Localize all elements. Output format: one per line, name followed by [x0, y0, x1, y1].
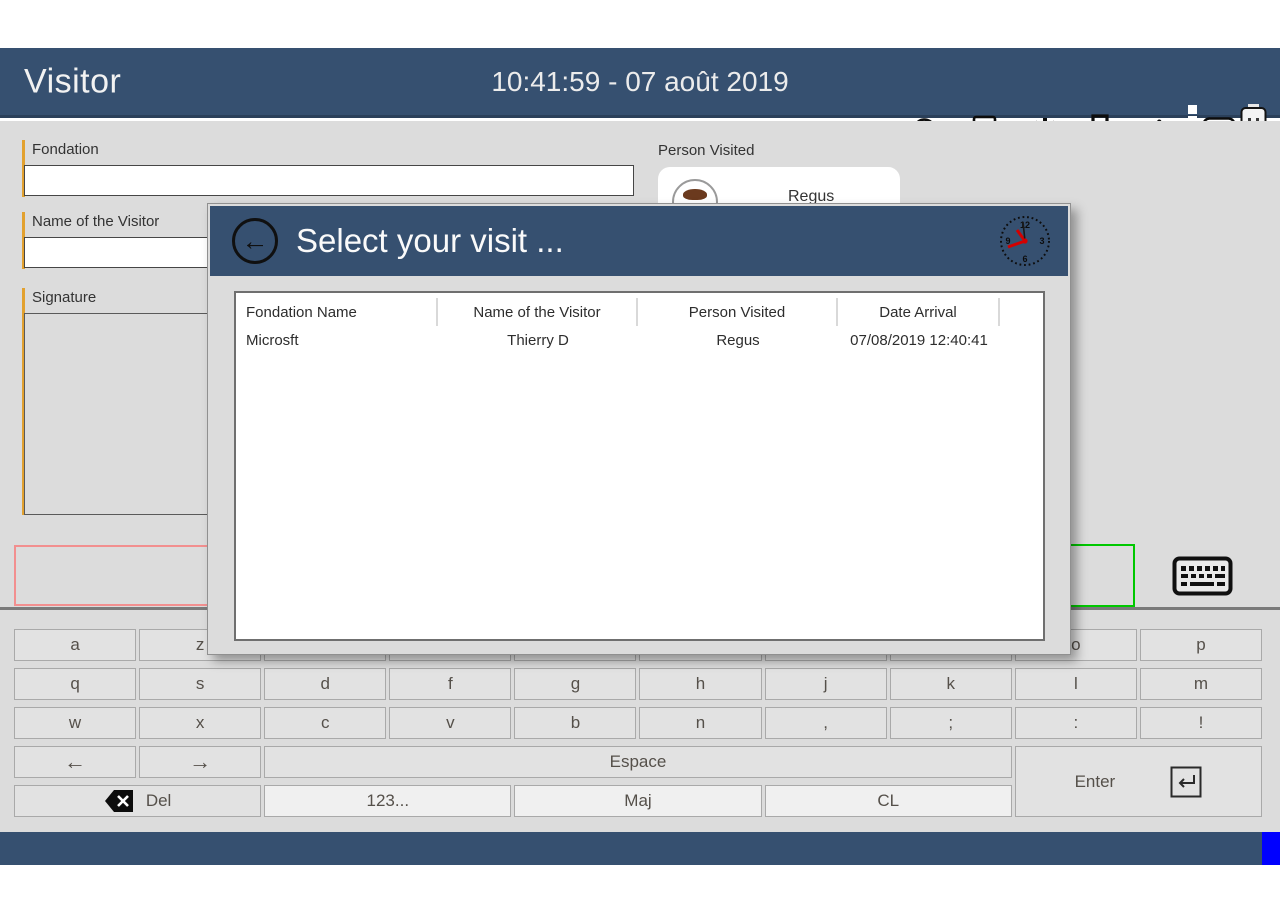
svg-text:9: 9 — [1005, 236, 1010, 246]
key-j[interactable]: j — [765, 668, 887, 700]
key-semicolon[interactable]: ; — [890, 707, 1012, 739]
fondation-label: Fondation — [32, 141, 99, 158]
person-visited-label: Person Visited — [658, 142, 754, 159]
key-arrow-left[interactable]: ← — [14, 746, 136, 778]
key-shift-maj[interactable]: Maj — [514, 785, 761, 817]
key-a[interactable]: a — [14, 629, 136, 661]
key-s[interactable]: s — [139, 668, 261, 700]
visitor-kiosk-screen: Visitor 10:41:59 - 07 août 2019 — [0, 0, 1280, 900]
key-q[interactable]: q — [14, 668, 136, 700]
page-title: Visitor — [24, 62, 121, 101]
key-n[interactable]: n — [639, 707, 761, 739]
column-header-date-arrival[interactable]: Date Arrival — [838, 298, 1000, 326]
key-enter[interactable]: Enter — [1015, 746, 1262, 817]
key-p[interactable]: p — [1140, 629, 1262, 661]
key-w[interactable]: w — [14, 707, 136, 739]
key-k[interactable]: k — [890, 668, 1012, 700]
key-b[interactable]: b — [514, 707, 636, 739]
svg-text:12: 12 — [1020, 220, 1030, 230]
visit-row-fondation: Microsft — [236, 326, 438, 354]
key-c[interactable]: c — [264, 707, 386, 739]
key-clear[interactable]: CL — [765, 785, 1012, 817]
key-delete[interactable]: Del — [14, 785, 261, 817]
key-h[interactable]: h — [639, 668, 761, 700]
select-visit-dialog: ← Select your visit ... 12 3 6 9 Fondati… — [207, 203, 1071, 655]
back-button[interactable]: ← — [232, 218, 278, 264]
visit-row-date-arrival: 07/08/2019 12:40:41 — [838, 326, 1000, 354]
enter-return-icon — [1170, 766, 1202, 798]
key-space[interactable]: Espace — [264, 746, 1012, 778]
visit-list: Fondation Name Name of the Visitor Perso… — [234, 291, 1045, 641]
key-numbers[interactable]: 123... — [264, 785, 511, 817]
footer-bar — [0, 832, 1280, 865]
keyboard-icon — [1172, 556, 1233, 596]
keyboard-toggle-button[interactable] — [1172, 556, 1233, 596]
key-v[interactable]: v — [389, 707, 511, 739]
visitor-name-label: Name of the Visitor — [32, 213, 159, 230]
key-d[interactable]: d — [264, 668, 386, 700]
signature-label: Signature — [32, 289, 96, 306]
key-x[interactable]: x — [139, 707, 261, 739]
key-arrow-right[interactable]: → — [139, 746, 261, 778]
avatar-hair — [683, 189, 707, 200]
key-colon[interactable]: : — [1015, 707, 1137, 739]
app-header: Visitor 10:41:59 - 07 août 2019 — [0, 48, 1280, 118]
visit-row[interactable]: Microsft Thierry D Regus 07/08/2019 12:4… — [236, 326, 1043, 354]
enter-label: Enter — [1075, 772, 1116, 792]
datetime-display: 10:41:59 - 07 août 2019 — [491, 66, 788, 98]
column-header-visitor-name[interactable]: Name of the Visitor — [438, 298, 638, 326]
key-g[interactable]: g — [514, 668, 636, 700]
delete-label: Del — [146, 791, 172, 811]
dialog-title: Select your visit ... — [296, 222, 564, 260]
visit-row-visitor-name: Thierry D — [438, 326, 638, 354]
back-arrow-icon: ← — [242, 221, 269, 261]
visit-row-person-visited: Regus — [638, 326, 838, 354]
key-f[interactable]: f — [389, 668, 511, 700]
column-header-person-visited[interactable]: Person Visited — [638, 298, 838, 326]
column-header-fondation[interactable]: Fondation Name — [236, 298, 438, 326]
select-visit-dialog-header: ← Select your visit ... 12 3 6 9 — [210, 206, 1068, 276]
key-l[interactable]: l — [1015, 668, 1137, 700]
fondation-input[interactable] — [24, 165, 634, 196]
visit-list-header: Fondation Name Name of the Visitor Perso… — [236, 298, 1043, 326]
footer-blue-square — [1262, 832, 1280, 865]
svg-text:3: 3 — [1039, 236, 1044, 246]
onscreen-keyboard: a z e r t y u i o p q s d f g h j k l m … — [14, 629, 1262, 817]
key-comma[interactable]: , — [765, 707, 887, 739]
key-exclamation[interactable]: ! — [1140, 707, 1262, 739]
status-square — [1188, 105, 1197, 114]
svg-text:6: 6 — [1022, 254, 1027, 264]
clock-icon: 12 3 6 9 — [998, 214, 1052, 268]
key-m[interactable]: m — [1140, 668, 1262, 700]
backspace-icon — [104, 789, 134, 813]
